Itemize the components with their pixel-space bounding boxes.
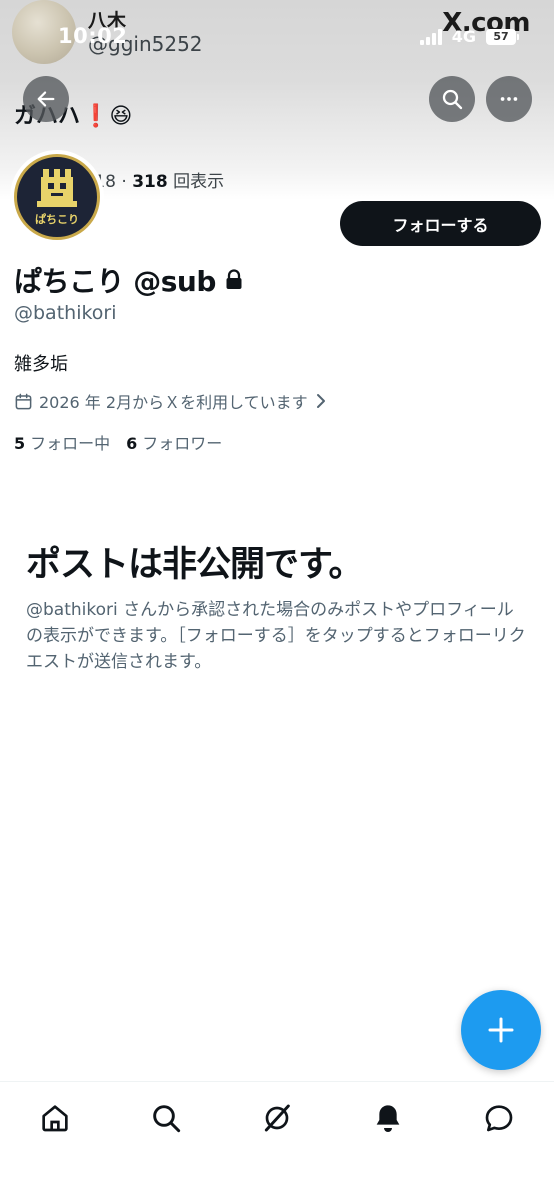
signal-icon (419, 28, 442, 45)
profile-handle: @bathikori (14, 302, 117, 324)
home-icon (42, 1105, 68, 1132)
battery-icon: 57 (486, 28, 519, 45)
background-post-emoji: ❗😆 (82, 104, 133, 129)
chevron-right-icon (316, 394, 325, 408)
joined-text: 2026 年 2月からＸを利用しています (39, 393, 308, 412)
display-name: ぱちこり @sub (14, 260, 244, 300)
bottom-navigation (0, 1081, 554, 1200)
follow-button[interactable]: フォローする (340, 201, 541, 246)
pixel-character-logo: ぱちこり (35, 169, 79, 226)
avatar-text: ぱちこり (35, 212, 79, 226)
nav-search[interactable] (148, 1100, 184, 1136)
more-horizontal-icon (500, 97, 518, 101)
avatar-image: ぱちこり (14, 154, 100, 240)
profile-bio: 雑多垢 (14, 354, 68, 375)
lock-icon (226, 269, 242, 289)
search-button[interactable] (429, 76, 475, 122)
status-indicators: 4G 57 (419, 27, 519, 46)
private-notice-body: @bathikori さんから承認された場合のみポストやプロフィールの表示ができ… (26, 600, 526, 672)
search-icon (442, 89, 463, 110)
compose-button[interactable] (461, 990, 541, 1070)
status-time: 10:02 (58, 24, 128, 48)
nav-home[interactable] (37, 1100, 73, 1136)
nav-messages[interactable] (481, 1100, 517, 1136)
grok-icon (264, 1104, 290, 1132)
joined-date[interactable]: 2026 年 2月からＸを利用しています (14, 389, 328, 413)
nav-notifications[interactable] (370, 1100, 406, 1136)
search-icon (153, 1105, 181, 1133)
follow-counts: 5 フォロー中 6 フォロワー (14, 430, 222, 454)
back-button[interactable] (23, 76, 69, 122)
profile-avatar[interactable]: ぱちこり (10, 150, 104, 244)
bell-icon (376, 1105, 400, 1132)
display-name-text: ぱちこり @sub (14, 265, 216, 298)
private-notice-title: ポストは非公開です。 (26, 545, 364, 585)
battery-level: 57 (493, 30, 509, 43)
following-link[interactable]: 5 フォロー中 (14, 430, 110, 454)
chat-bubble-icon (485, 1105, 513, 1132)
network-type: 4G (451, 27, 476, 46)
nav-grok[interactable] (259, 1100, 295, 1136)
followers-link[interactable]: 6 フォロワー (126, 430, 222, 454)
plus-icon (488, 1017, 514, 1043)
calendar-icon (15, 393, 32, 409)
more-button[interactable] (486, 76, 532, 122)
arrow-left-icon (37, 91, 55, 107)
